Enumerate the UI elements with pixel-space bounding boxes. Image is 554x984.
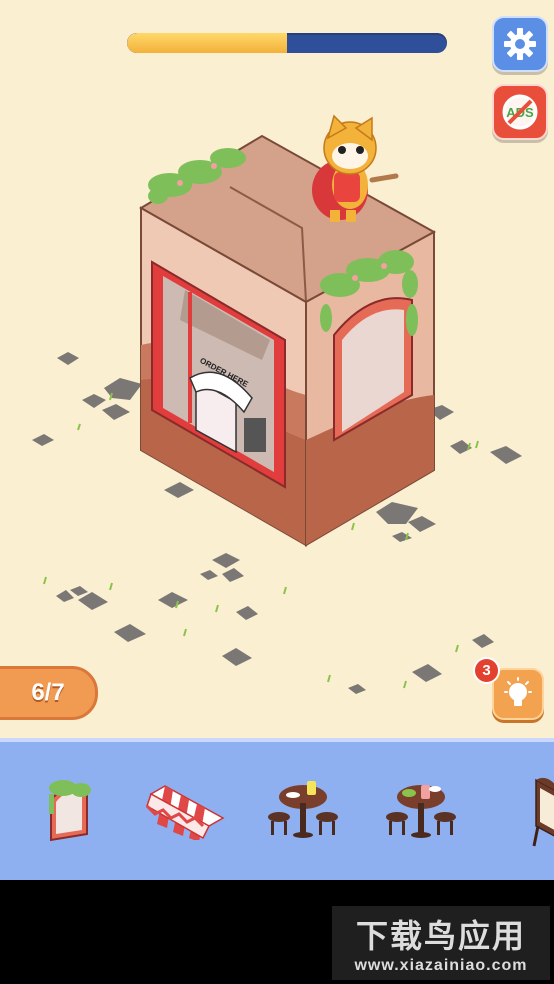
menu-board-icon xyxy=(532,777,554,847)
shop-building xyxy=(139,114,437,547)
tray-item-arched-window[interactable] xyxy=(14,760,124,860)
lightbulb-icon xyxy=(504,677,532,706)
gear-icon xyxy=(504,28,536,60)
watermark-title: 下载鸟应用 xyxy=(355,917,526,955)
level-progress-bar xyxy=(127,33,447,53)
settings-button[interactable] xyxy=(492,16,548,72)
hint-count-badge: 3 xyxy=(473,657,500,684)
tray-item-striped-awning[interactable] xyxy=(130,760,240,860)
game-scene: ORDER HERE xyxy=(0,0,554,740)
item-tray xyxy=(0,738,554,880)
shop-illustration xyxy=(32,114,522,694)
cafe-table-desserts-icon xyxy=(386,785,456,838)
hint-button[interactable] xyxy=(492,668,544,720)
level-progress-fill xyxy=(127,33,287,53)
tray-item-cafe-table-desserts[interactable] xyxy=(366,760,476,860)
striped-awning-icon xyxy=(145,785,225,840)
cafe-table-drinks-icon xyxy=(268,781,338,838)
level-counter-text: 6/7 xyxy=(31,679,65,706)
no-ads-icon: ADS xyxy=(502,94,538,130)
arched-window-icon xyxy=(49,780,91,842)
no-ads-button[interactable]: ADS xyxy=(492,84,548,140)
level-counter: 6/7 xyxy=(0,666,98,720)
watermark: 下载鸟应用 www.xiazainiao.com xyxy=(332,906,550,980)
watermark-url: www.xiazainiao.com xyxy=(354,957,528,974)
tray-item-cafe-table-drinks[interactable] xyxy=(248,760,358,860)
tray-item-menu-board[interactable] xyxy=(484,760,554,860)
